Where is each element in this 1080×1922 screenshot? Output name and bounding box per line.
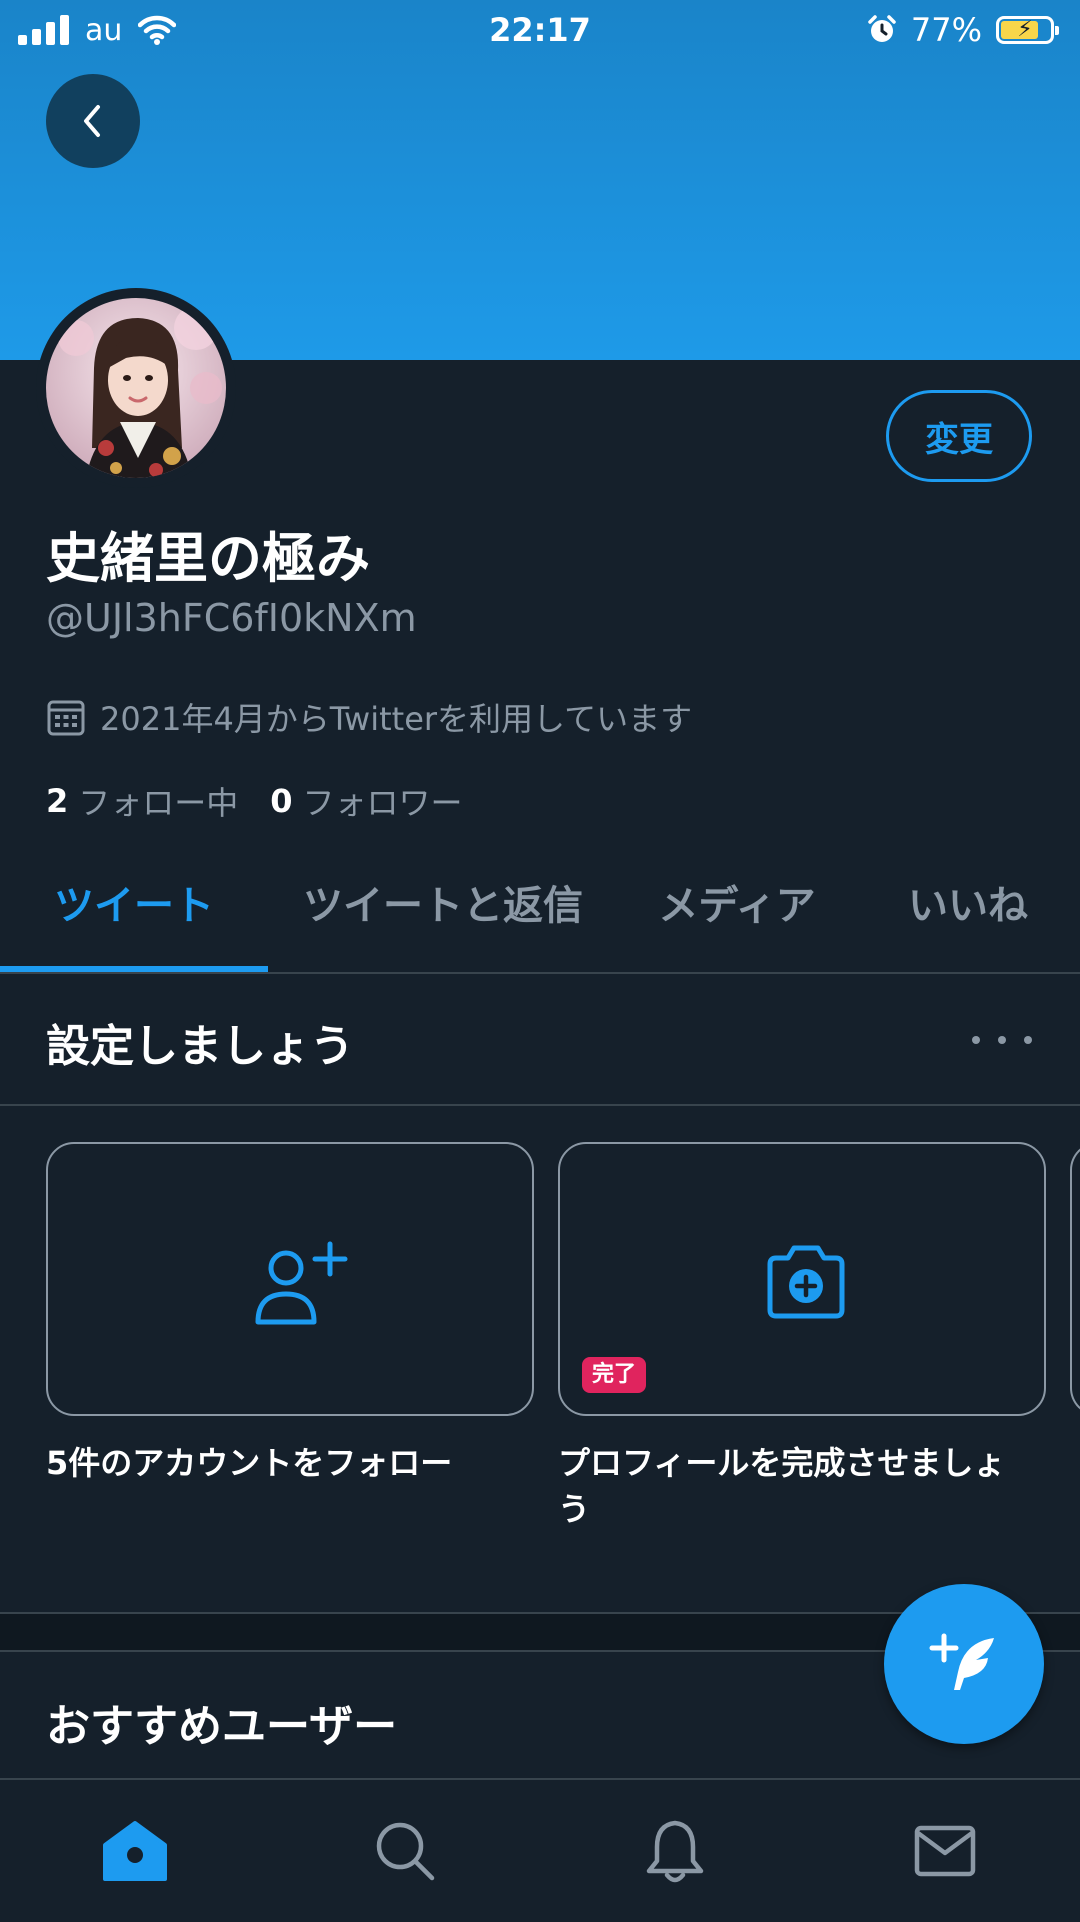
home-icon [103,1821,167,1881]
compose-tweet-button[interactable] [884,1584,1044,1744]
tab-likes[interactable]: いいね [856,852,1080,972]
setup-title: 設定しましょう [46,1021,354,1072]
status-bar: au 22:17 77% ⚡ [0,0,1080,60]
mail-icon [914,1825,976,1877]
follow-accounts-card[interactable] [46,1142,534,1416]
profile-tabs: ツイート ツイートと返信 メディア いいね [0,852,1080,974]
nav-notifications[interactable] [540,1780,810,1922]
tab-tweets[interactable]: ツイート [0,852,268,972]
follow-stats: 2 フォロー中 0 フォロワー [46,778,485,824]
recommended-users-title: おすすめユーザー [46,1701,398,1752]
calendar-icon [47,700,85,736]
edit-profile-button[interactable]: 変更 [886,390,1032,482]
bottom-navigation [0,1778,1080,1922]
follow-accounts-label: 5件のアカウントをフォロー [46,1444,453,1482]
camera-plus-icon [767,1245,845,1319]
battery-charging-icon: ⚡ [996,16,1059,44]
followers-count[interactable]: 0 [270,782,292,820]
active-tab-indicator [0,966,268,972]
battery-percent: 77% [910,11,982,49]
alarm-icon [868,15,896,42]
completed-badge: 完了 [582,1357,647,1393]
joined-text: 2021年4月からTwitterを利用しています [100,700,693,738]
tab-media[interactable]: メディア [618,852,856,972]
back-button[interactable] [46,74,140,168]
nav-home[interactable] [0,1780,270,1922]
tab-tweets-and-replies[interactable]: ツイートと返信 [268,852,618,972]
following-count[interactable]: 2 [46,782,68,820]
search-icon [376,1822,435,1881]
following-label[interactable]: フォロー中 [78,778,238,824]
display-name: 史緒里の極み [46,527,370,590]
complete-profile-label: プロフィールを完成させましょう [558,1444,1006,1528]
joined-date: 2021年4月からTwitterを利用しています [46,694,692,740]
bell-icon [646,1820,704,1883]
chevron-left-icon [84,105,100,137]
compose-tweet-icon [929,1633,994,1690]
user-handle: @UJl3hFC6fI0kNXm [46,596,417,640]
next-setup-card[interactable] [1070,1142,1080,1416]
divider [0,1104,1080,1106]
nav-messages[interactable] [810,1780,1080,1922]
add-user-icon [255,1241,348,1325]
followers-label[interactable]: フォロワー [303,778,463,824]
more-options-icon[interactable] [972,1018,1032,1062]
avatar[interactable] [46,298,226,478]
nav-search[interactable] [270,1780,540,1922]
